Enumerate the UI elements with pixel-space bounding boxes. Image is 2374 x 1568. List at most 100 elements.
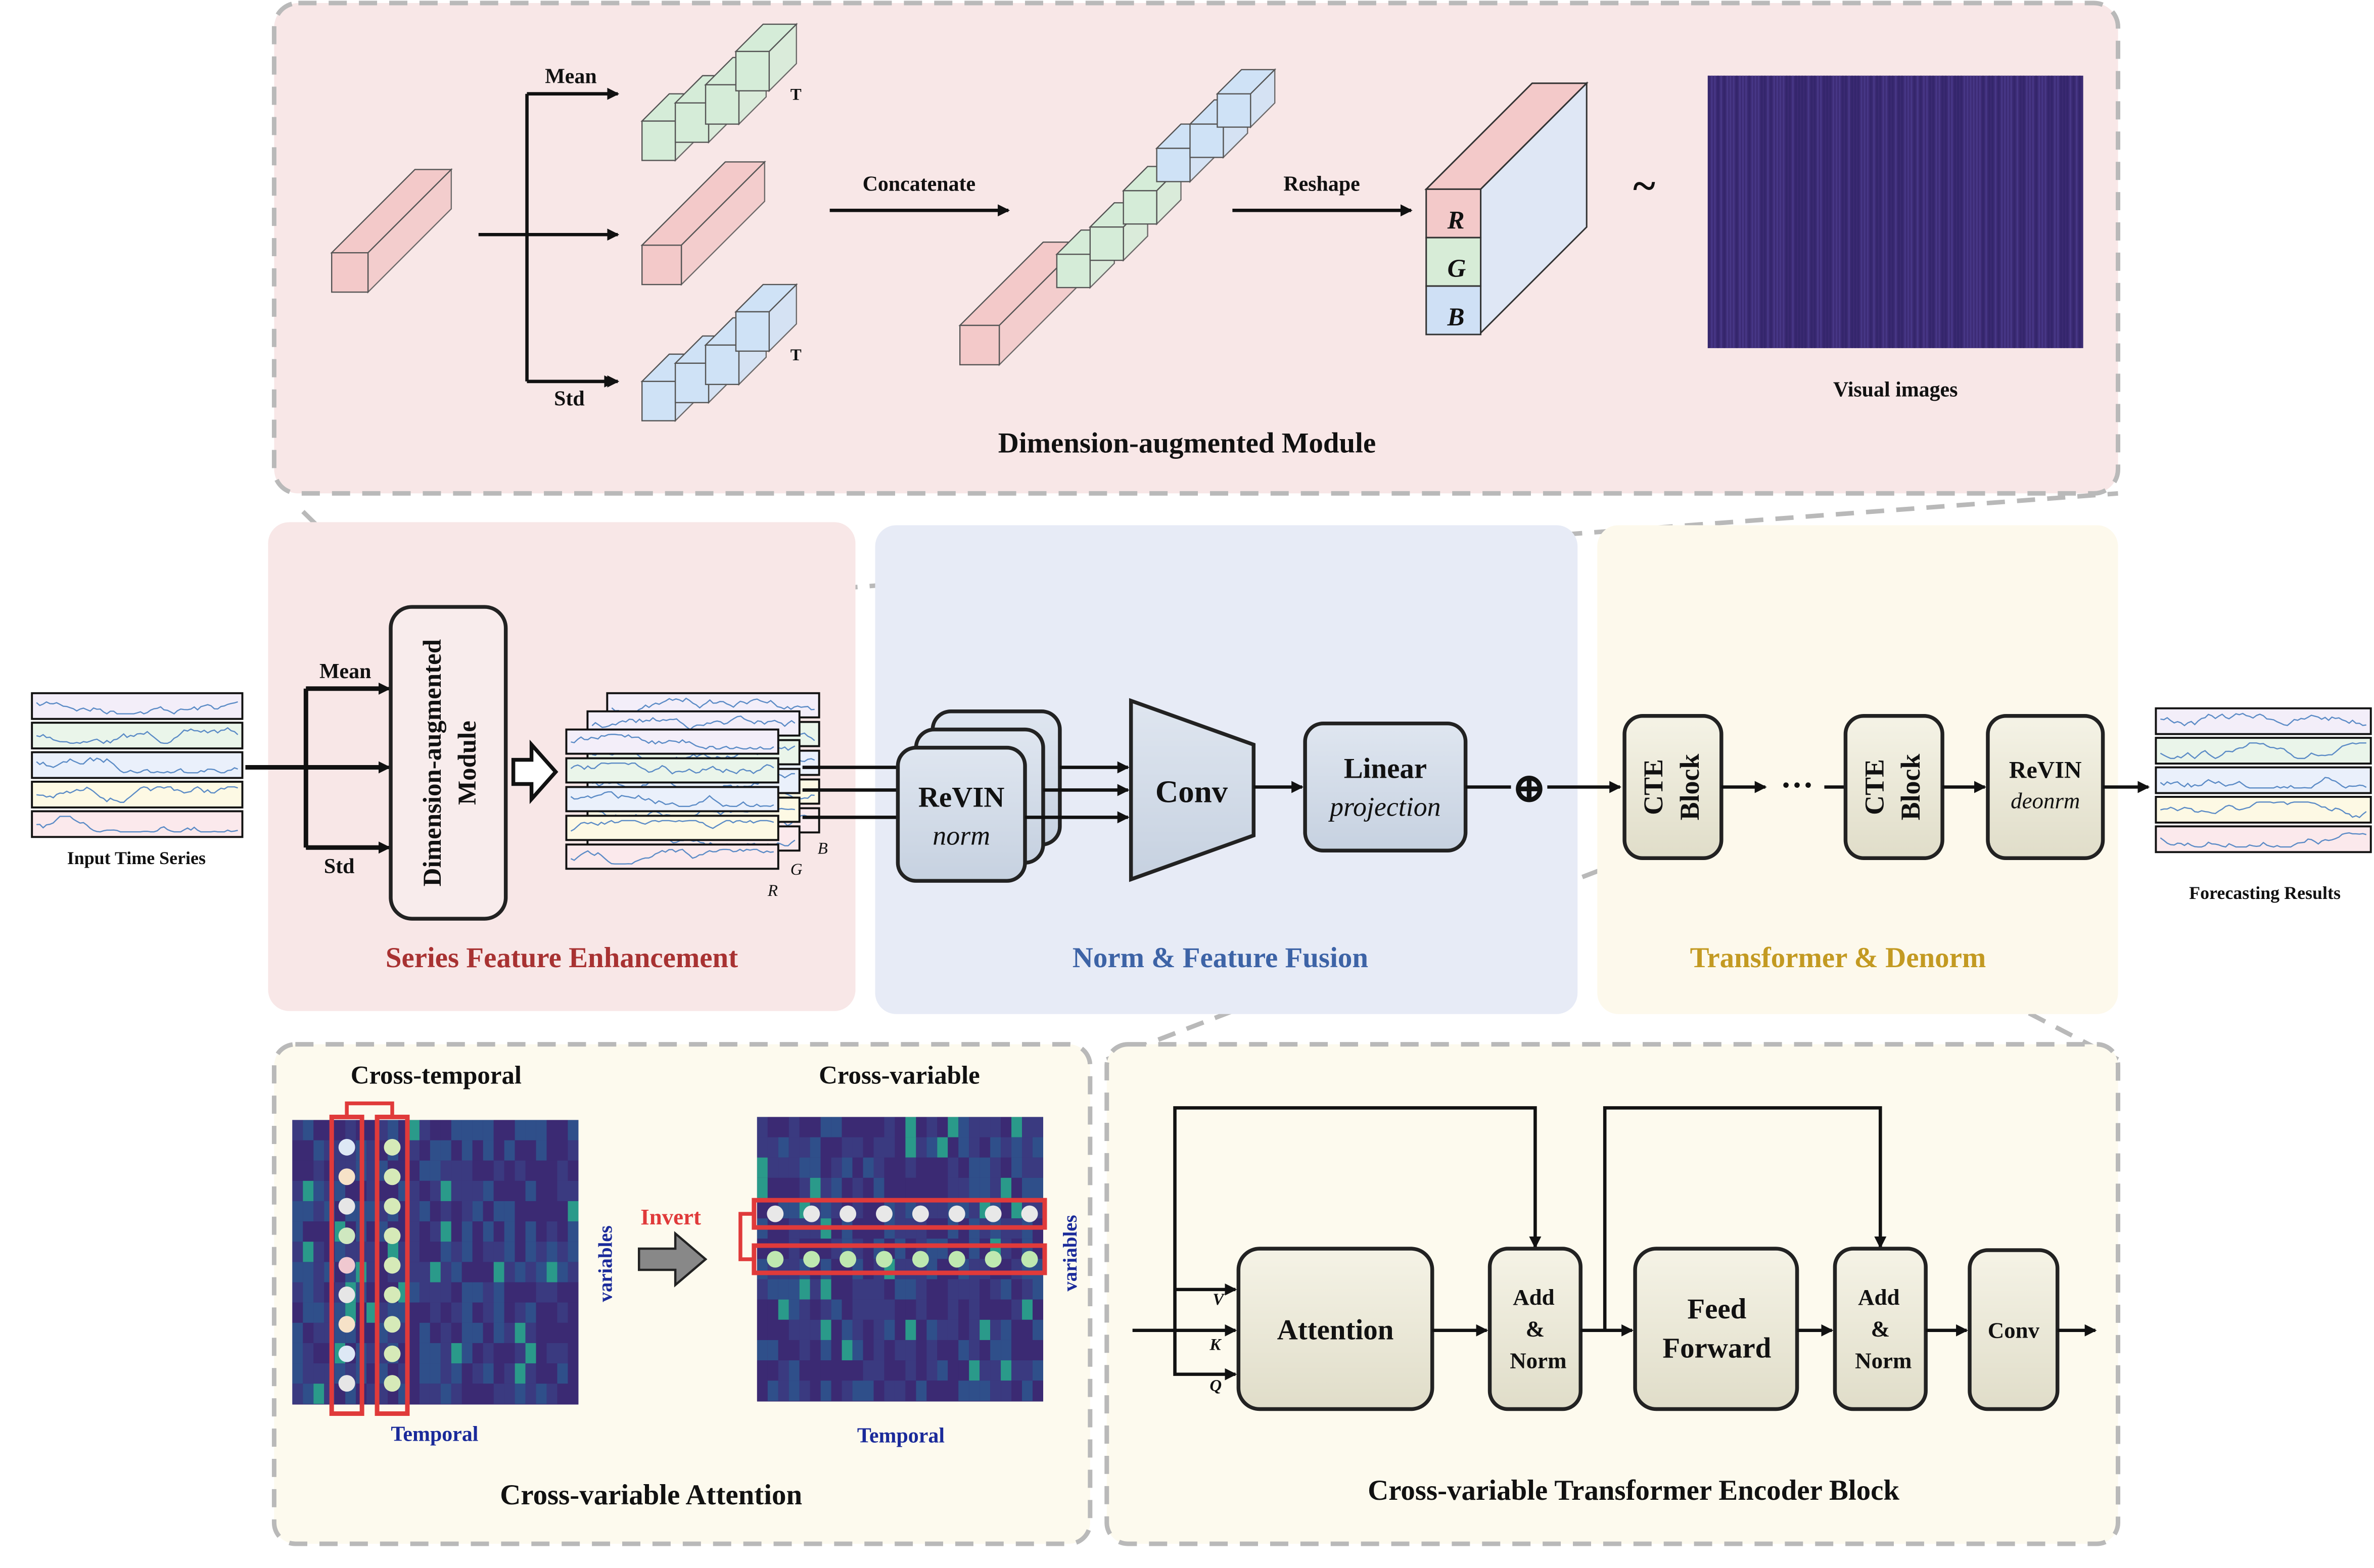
- heatmap-cell: [820, 1137, 831, 1158]
- conv-block-encoder[interactable]: Conv: [1968, 1248, 2060, 1411]
- heatmap-cell: [419, 1282, 430, 1303]
- heatmap-cell: [313, 1322, 324, 1343]
- revin-norm-block[interactable]: ReVIN norm: [896, 709, 1062, 883]
- feed-forward-block[interactable]: Feed Forward: [1633, 1247, 1799, 1411]
- heatmap-cell: [515, 1180, 526, 1201]
- image-stripe: [1960, 75, 1963, 348]
- heatmap-cell: [810, 1381, 821, 1401]
- heatmap-cell: [980, 1299, 991, 1320]
- token-dot: [338, 1286, 355, 1303]
- heatmap-cell: [1032, 1319, 1043, 1340]
- heatmap-cell: [568, 1343, 579, 1364]
- heatmap-cell: [451, 1282, 462, 1303]
- heatmap-cell: [895, 1381, 906, 1401]
- heatmap-cell: [852, 1360, 863, 1381]
- heatmap-cell: [767, 1117, 778, 1137]
- heatmap-cell: [546, 1201, 557, 1222]
- image-stripe: [1782, 75, 1785, 348]
- image-stripe: [1736, 75, 1738, 348]
- v-label: V: [1213, 1291, 1225, 1309]
- heatmap-cell: [483, 1384, 494, 1404]
- attention-block[interactable]: Attention: [1236, 1247, 1434, 1411]
- cte-block-n[interactable]: CTE Block: [1843, 714, 1944, 861]
- cte-block-1[interactable]: CTE Block: [1622, 714, 1724, 861]
- heatmap-cell: [831, 1279, 842, 1300]
- series-box: [565, 843, 779, 870]
- add-norm-block-1[interactable]: Add & Norm: [1487, 1247, 1582, 1411]
- cross-variable-attention-panel: Cross-temporal Cross-variable variables …: [271, 1042, 1093, 1546]
- heatmap-cell: [852, 1319, 863, 1340]
- image-stripe: [2047, 75, 2050, 348]
- heatmap-cell: [568, 1322, 579, 1343]
- heatmap-cell: [926, 1340, 938, 1361]
- heatmap-cell: [873, 1381, 885, 1401]
- heatmap-cell: [408, 1322, 420, 1343]
- heatmap-cell: [472, 1180, 483, 1201]
- heatmap-cell: [831, 1319, 842, 1340]
- token-dot: [384, 1168, 401, 1185]
- image-stripe: [2010, 75, 2012, 348]
- heatmap-cell: [451, 1363, 462, 1384]
- heatmap-cell: [980, 1137, 991, 1158]
- heatmap-cell: [831, 1137, 842, 1158]
- heatmap-cell: [948, 1137, 959, 1158]
- heatmap-cell: [525, 1242, 536, 1262]
- add-norm-block-2[interactable]: Add & Norm: [1833, 1247, 1928, 1411]
- heatmap-cell: [461, 1384, 473, 1404]
- heatmap-cell: [958, 1319, 969, 1340]
- heatmap-cell: [504, 1363, 515, 1384]
- heatmap-cell: [863, 1177, 874, 1198]
- heatmap-cell: [430, 1322, 441, 1343]
- dimension-augmented-module-block[interactable]: Dimension-augmented Module: [389, 605, 508, 921]
- image-stripe: [1742, 75, 1744, 348]
- heatmap-cell: [292, 1242, 303, 1262]
- norm-label: Norm: [1510, 1348, 1566, 1373]
- heatmap-cell: [1001, 1299, 1012, 1320]
- linear-projection-block[interactable]: Linear projection: [1303, 721, 1468, 853]
- image-stripe: [2044, 75, 2046, 348]
- heatmap-cell: [472, 1242, 483, 1262]
- image-stripe: [2029, 75, 2031, 348]
- token-dot: [384, 1198, 401, 1215]
- heatmap-cell: [303, 1221, 314, 1242]
- heatmap-cell: [451, 1180, 462, 1201]
- image-stripe: [1817, 75, 1819, 348]
- heatmap-cell: [493, 1201, 504, 1222]
- heatmap-cell: [788, 1239, 800, 1259]
- heatmap-cell: [536, 1180, 547, 1201]
- heatmap-cell: [852, 1157, 863, 1178]
- cube-front: [1089, 226, 1124, 261]
- heatmap-cell: [895, 1157, 906, 1178]
- heatmap-cell: [958, 1157, 969, 1178]
- token-dot: [384, 1257, 401, 1274]
- heatmap-cell: [990, 1299, 1001, 1320]
- heatmap-cell: [767, 1381, 778, 1401]
- heatmap-cell: [483, 1282, 494, 1303]
- heatmap-cell: [778, 1360, 789, 1381]
- heatmap-cell: [895, 1360, 906, 1381]
- heatmap-cell: [472, 1322, 483, 1343]
- heatmap-cell: [926, 1137, 938, 1158]
- heatmap-cell: [1032, 1381, 1043, 1401]
- heatmap-cell: [493, 1384, 504, 1404]
- heatmap-cell: [757, 1340, 768, 1361]
- heatmap-cell: [757, 1381, 768, 1401]
- heatmap-cell: [451, 1221, 462, 1242]
- heatmap-cell: [292, 1363, 303, 1384]
- cube-front: [735, 311, 770, 352]
- heatmap-cell: [1011, 1279, 1022, 1300]
- architecture-diagram: Mean Std T T Concatenate Reshape R G B ~…: [31, 1, 2372, 1546]
- heatmap-cell: [536, 1282, 547, 1303]
- heatmap-cell: [536, 1343, 547, 1364]
- heatmap-cell: [313, 1160, 324, 1181]
- heatmap-cell: [863, 1340, 874, 1361]
- image-stripe: [1910, 75, 1913, 348]
- heatmap-cell: [990, 1137, 1001, 1158]
- heatmap-cell: [504, 1302, 515, 1323]
- revin-denorm-block[interactable]: ReVIN deonrm: [1986, 714, 2105, 861]
- heatmap-cell: [873, 1299, 885, 1320]
- heatmap-cell: [980, 1177, 991, 1198]
- heatmap-cell: [1001, 1239, 1012, 1259]
- heatmap-cell: [483, 1221, 494, 1242]
- token-dot: [338, 1138, 355, 1156]
